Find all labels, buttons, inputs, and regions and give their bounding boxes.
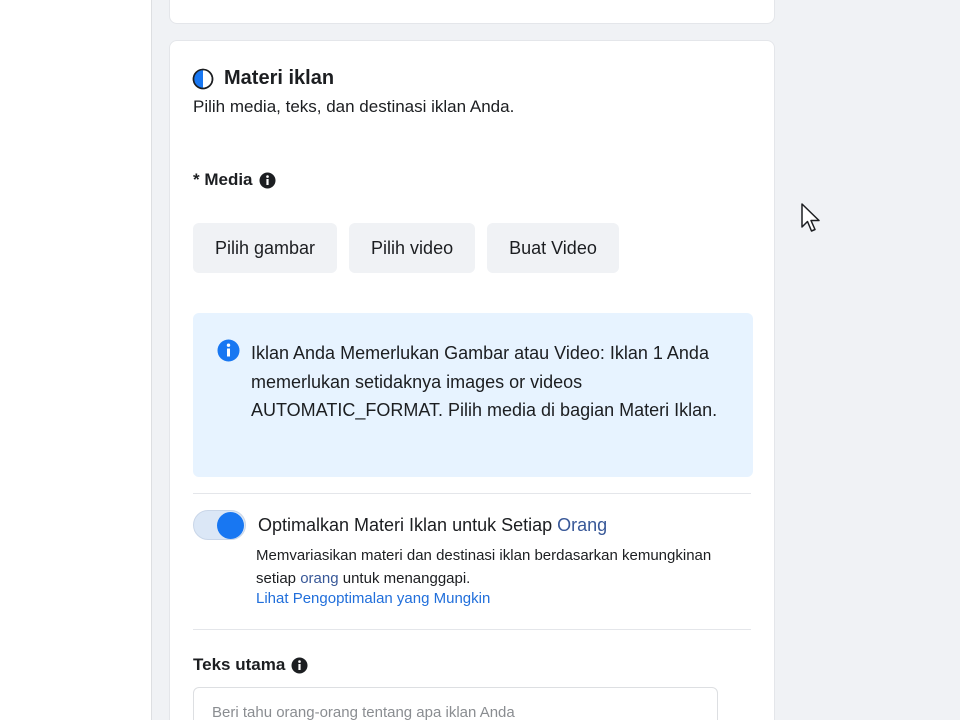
- divider: [193, 629, 751, 630]
- optimize-desc-part2: untuk menanggapi.: [338, 570, 471, 587]
- half-circle-icon: [192, 68, 214, 89]
- notice-text: Iklan Anda Memerlukan Gambar atau Video:…: [251, 343, 718, 420]
- section-title: Materi iklan: [224, 67, 335, 89]
- optimize-title-prefix: Optimalkan Materi Iklan untuk Setiap: [258, 515, 558, 535]
- media-label: * Media: [193, 170, 276, 190]
- section-header: Materi iklan: [192, 67, 334, 90]
- media-required-notice: Iklan Anda Memerlukan Gambar atau Video:…: [193, 313, 753, 477]
- create-video-button[interactable]: Buat Video: [487, 223, 619, 273]
- primary-text-label: Teks utama: [193, 655, 308, 675]
- info-icon: [217, 339, 240, 362]
- divider: [193, 493, 751, 494]
- optimize-title: Optimalkan Materi Iklan untuk Setiap Ora…: [258, 515, 607, 536]
- toggle-knob: [217, 512, 244, 539]
- info-icon[interactable]: [291, 657, 308, 674]
- left-panel: [0, 0, 152, 720]
- choose-image-button[interactable]: Pilih gambar: [193, 223, 338, 273]
- ad-creative-card: Materi iklan Pilih media, teks, dan dest…: [169, 40, 775, 720]
- info-icon[interactable]: [259, 172, 276, 189]
- media-label-text: * Media: [193, 170, 253, 189]
- section-subtitle: Pilih media, teks, dan destinasi iklan A…: [193, 97, 515, 116]
- media-buttons: Pilih gambar Pilih video Buat Video: [193, 223, 619, 273]
- previous-section-card: [169, 0, 775, 24]
- choose-video-button[interactable]: Pilih video: [349, 223, 476, 273]
- optimize-desc-accent: orang: [300, 570, 339, 587]
- optimize-toggle[interactable]: [193, 510, 246, 540]
- primary-text-label-text: Teks utama: [193, 655, 286, 674]
- optimize-description: Memvariasikan materi dan destinasi iklan…: [256, 544, 736, 590]
- optimize-title-accent: Orang: [557, 515, 608, 535]
- primary-text-input[interactable]: [193, 687, 718, 720]
- mouse-cursor-icon: [801, 203, 820, 232]
- see-optimizations-link[interactable]: Lihat Pengoptimalan yang Mungkin: [256, 590, 490, 607]
